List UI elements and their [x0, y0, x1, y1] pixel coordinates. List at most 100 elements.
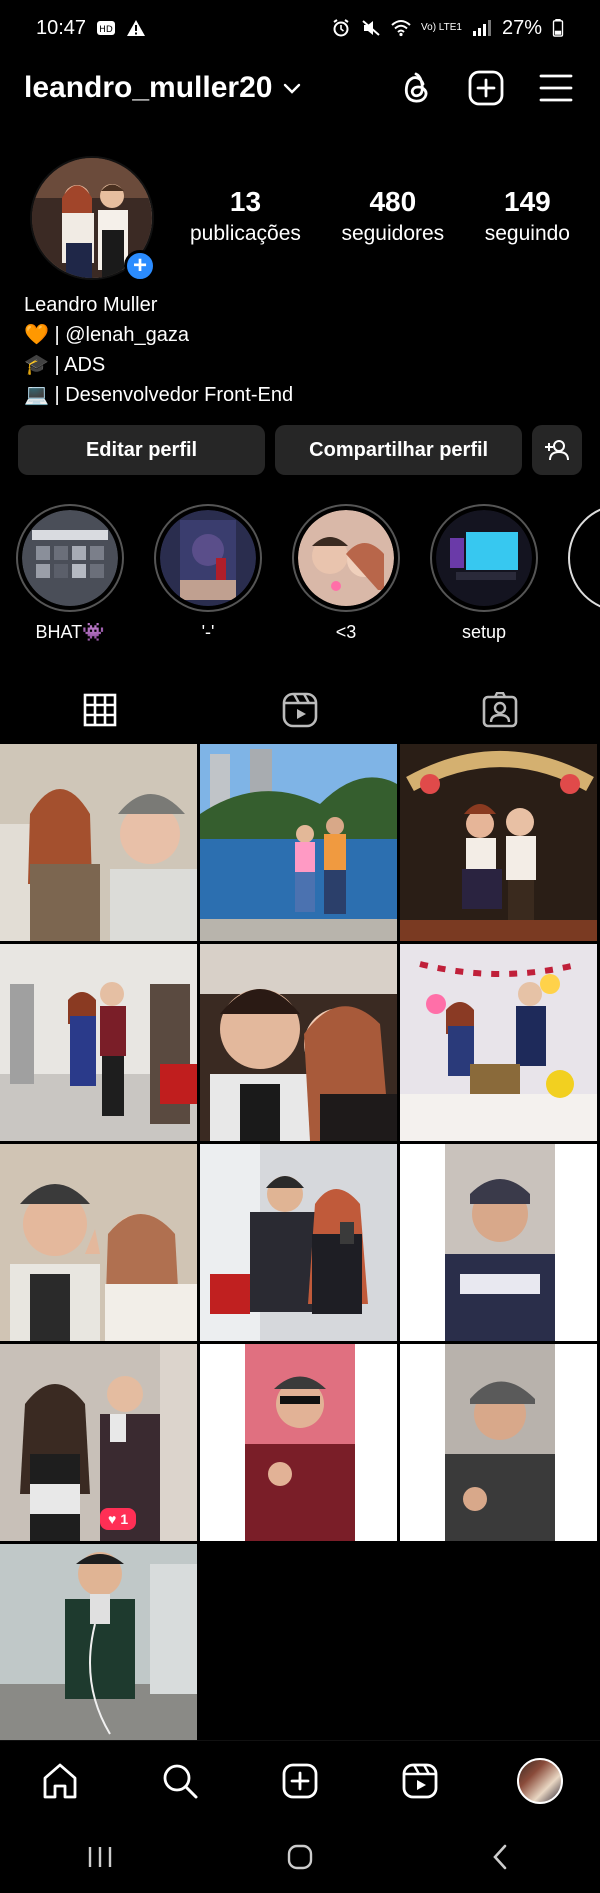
post-image — [400, 944, 597, 1141]
svg-text:HD: HD — [99, 25, 113, 35]
posts-count: 13 — [229, 186, 262, 217]
profile-header: leandro_muller20 — [0, 62, 600, 114]
highlight-item[interactable]: setup — [428, 504, 540, 643]
post-thumbnail[interactable] — [0, 1144, 197, 1341]
post-image — [0, 1344, 197, 1541]
tab-reels[interactable] — [200, 680, 400, 740]
recent-apps-button[interactable] — [70, 1832, 130, 1882]
highlight-ring — [430, 504, 538, 612]
new-post-button[interactable] — [466, 68, 506, 108]
post-image — [200, 744, 397, 941]
bottom-navigation — [0, 1740, 600, 1820]
post-thumbnail[interactable] — [200, 1344, 397, 1541]
post-thumbnail[interactable] — [200, 1144, 397, 1341]
menu-icon — [539, 74, 573, 102]
tab-tagged[interactable] — [400, 680, 600, 740]
network-label: Vo) LTE1 — [421, 22, 462, 33]
home-system-button[interactable] — [270, 1832, 330, 1882]
edit-profile-button[interactable]: Editar perfil — [18, 425, 266, 475]
highlight-ring — [292, 504, 400, 612]
nav-search[interactable] — [150, 1751, 210, 1811]
menu-button[interactable] — [536, 68, 576, 108]
nav-profile[interactable] — [510, 1751, 570, 1811]
profile-stats: 13 publicações 480 seguidores 149 seguin… — [190, 186, 570, 246]
header-actions — [396, 68, 576, 108]
post-thumbnail[interactable] — [200, 744, 397, 941]
warning-icon — [127, 20, 146, 36]
add-story-icon[interactable]: + — [124, 250, 156, 282]
wifi-icon — [391, 20, 411, 37]
highlight-item[interactable]: <3 — [290, 504, 402, 643]
mute-icon — [362, 20, 380, 36]
following-count: 149 — [504, 186, 551, 217]
grid-icon — [83, 693, 117, 727]
post-thumbnail[interactable] — [0, 944, 197, 1141]
search-icon — [163, 1764, 198, 1798]
post-image — [200, 1144, 397, 1341]
status-bar: 10:47 HD Vo) LTE1 27% — [0, 0, 600, 56]
highlight-item[interactable]: BHAT👾 — [14, 504, 126, 643]
post-thumbnail[interactable] — [200, 944, 397, 1141]
back-button[interactable] — [470, 1832, 530, 1882]
nav-create[interactable] — [270, 1751, 330, 1811]
likes-count: 1 — [120, 1511, 129, 1527]
new-highlight-ring — [568, 504, 600, 612]
profile-bio: Leandro Muller 🧡 | @lenah_gaza 🎓 | ADS 💻… — [24, 290, 584, 410]
posts-label: publicações — [190, 222, 301, 245]
new-post-icon — [468, 70, 504, 106]
heart-icon: ♥ — [108, 1511, 117, 1527]
profile-name: Leandro Muller — [24, 294, 158, 316]
back-chevron-icon — [493, 1844, 507, 1869]
home-icon — [43, 1763, 77, 1798]
create-icon — [282, 1763, 318, 1798]
highlight-thumbnail — [436, 510, 532, 606]
system-navigation — [0, 1820, 600, 1893]
profile-avatar-wrap[interactable]: + — [30, 156, 156, 282]
stat-following[interactable]: 149 seguindo — [485, 186, 570, 246]
share-profile-button[interactable]: Compartilhar perfil — [275, 425, 523, 475]
alarm-icon — [333, 19, 349, 37]
post-thumbnail[interactable] — [400, 944, 597, 1141]
threads-icon — [404, 72, 428, 103]
tab-posts[interactable] — [0, 680, 200, 746]
post-thumbnail[interactable]: ♥ 1 — [0, 1344, 197, 1541]
add-person-icon — [545, 440, 570, 461]
chevron-down-icon — [284, 83, 301, 94]
battery-percent: 27% — [501, 16, 542, 39]
bio-line: 💻 | Desenvolvedor Front-End — [24, 384, 294, 406]
stat-posts[interactable]: 13 publicações — [190, 186, 301, 246]
highlight-thumbnail — [298, 510, 394, 606]
profile-actions: Editar perfil Compartilhar perfil — [18, 425, 582, 475]
home-circle-icon — [287, 1844, 313, 1869]
followers-count: 480 — [369, 186, 417, 217]
nav-home[interactable] — [30, 1751, 90, 1811]
account-switcher[interactable]: leandro_muller20 — [24, 71, 302, 105]
reels-icon — [402, 1763, 438, 1798]
threads-button[interactable] — [396, 68, 436, 108]
stat-followers[interactable]: 480 seguidores — [341, 186, 444, 246]
post-thumbnail[interactable] — [0, 744, 197, 941]
profile-summary: + 13 publicações 480 seguidores 149 segu… — [0, 156, 600, 282]
post-thumbnail[interactable] — [400, 1144, 597, 1341]
post-image — [200, 944, 397, 1141]
discover-people-button[interactable] — [532, 425, 582, 475]
post-thumbnail[interactable] — [400, 744, 597, 941]
post-thumbnail[interactable] — [400, 1344, 597, 1541]
status-time: 10:47 — [36, 16, 87, 39]
likes-notification-badge: ♥ 1 — [100, 1508, 137, 1530]
highlight-item[interactable]: '-' — [152, 504, 264, 643]
highlight-label: BHAT👾 — [35, 622, 105, 642]
nav-reels[interactable] — [390, 1751, 450, 1811]
post-image — [200, 1344, 397, 1541]
post-thumbnail[interactable] — [0, 1544, 197, 1741]
following-label: seguindo — [484, 222, 570, 245]
post-image — [400, 1344, 597, 1541]
battery-icon — [552, 19, 564, 37]
reels-icon — [282, 692, 318, 728]
highlight-thumbnail — [160, 510, 256, 606]
recent-apps-icon — [88, 1846, 112, 1867]
followers-label: seguidores — [341, 222, 445, 245]
status-left: 10:47 HD — [36, 17, 146, 40]
new-highlight-item[interactable] — [566, 504, 600, 612]
profile-avatar-small — [517, 1757, 563, 1804]
